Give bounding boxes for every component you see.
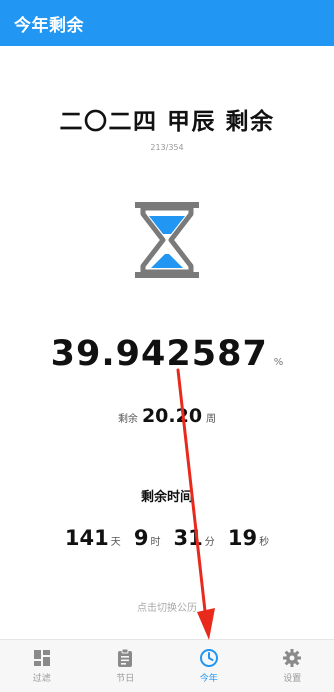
percent-remaining: 39.942587% [0, 334, 334, 374]
seconds-value: 19 [228, 526, 257, 550]
clipboard-icon [115, 648, 135, 668]
nav-item-filter[interactable]: 过滤 [0, 640, 84, 692]
nav-item-settings[interactable]: 设置 [251, 640, 334, 692]
switch-calendar-button[interactable]: 点击切换公历 [0, 599, 334, 614]
hours-unit: 时 [150, 537, 160, 548]
day-progress-count: 213/354 [0, 143, 334, 152]
dashboard-icon [32, 648, 52, 668]
nav-label-this-year: 今年 [200, 671, 218, 684]
hours-value: 9 [134, 526, 149, 550]
gear-icon [282, 648, 302, 668]
minutes-value: 31 [174, 526, 203, 550]
weeks-unit: 周 [206, 414, 216, 425]
days-unit: 天 [111, 537, 121, 548]
bottom-navigation: 过滤 节日 今年 [0, 639, 334, 692]
percent-unit: % [274, 357, 284, 368]
app-bar: 今年剩余 [0, 0, 334, 46]
remaining-time-countdown: 141天 9时 31分 19秒 [0, 526, 334, 550]
clock-icon [199, 648, 219, 668]
remaining-time-label: 剩余时间 [0, 486, 334, 505]
hourglass-icon [131, 200, 203, 280]
year-title: 二〇二四 甲辰 剩余 [0, 102, 334, 136]
app-title: 今年剩余 [14, 11, 84, 36]
days-value: 141 [65, 526, 109, 550]
nav-label-holidays: 节日 [116, 671, 134, 684]
nav-item-this-year[interactable]: 今年 [167, 640, 251, 692]
weeks-remaining: 剩余 20.20 周 [0, 405, 334, 427]
nav-label-settings: 设置 [283, 671, 301, 684]
percent-value: 39.942587 [51, 334, 268, 374]
nav-item-holidays[interactable]: 节日 [84, 640, 168, 692]
minutes-unit: 分 [205, 537, 215, 548]
weeks-prefix: 剩余 [118, 414, 138, 425]
weeks-value: 20.20 [142, 405, 202, 427]
main-content: 二〇二四 甲辰 剩余 213/354 39.942587% 剩余 20.20 周 剩… [0, 46, 334, 639]
seconds-unit: 秒 [259, 537, 269, 548]
nav-label-filter: 过滤 [33, 671, 51, 684]
